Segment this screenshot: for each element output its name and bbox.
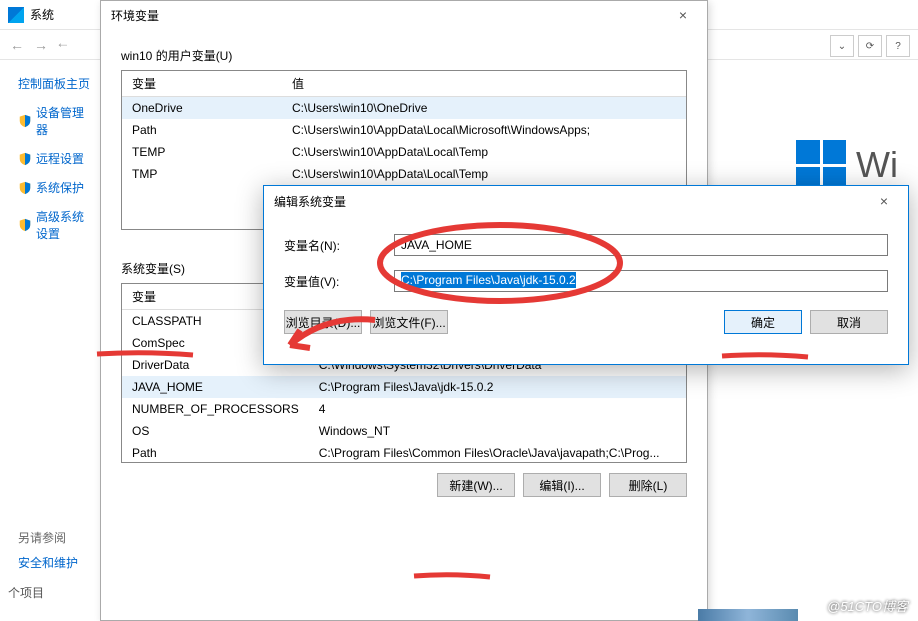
security-maintenance-link[interactable]: 安全和维护: [18, 554, 78, 571]
sidebar-item-label: 系统保护: [36, 179, 84, 196]
var-value-input[interactable]: C:\Program Files\Java\jdk-15.0.2: [394, 270, 888, 292]
var-name-input[interactable]: [394, 234, 888, 256]
delete-button[interactable]: 删除(L): [609, 473, 687, 497]
forward-arrow-icon[interactable]: →: [34, 37, 48, 53]
var-value: C:\Users\win10\AppData\Local\Microsoft\W…: [282, 119, 686, 141]
var-name: TMP: [122, 163, 282, 185]
var-name: OS: [122, 420, 309, 442]
var-name: JAVA_HOME: [122, 376, 309, 398]
var-name-label: 变量名(N):: [284, 237, 394, 254]
sidebar: 控制面板主页 设备管理器 远程设置 系统保护 高级系统设置: [0, 65, 95, 254]
table-row[interactable]: NUMBER_OF_PROCESSORS4: [122, 398, 686, 420]
windows-logo: Wi: [796, 140, 898, 190]
help-icon[interactable]: ?: [886, 35, 910, 57]
user-vars-table[interactable]: 变量 值 OneDriveC:\Users\win10\OneDrivePath…: [122, 71, 686, 185]
edit-dialog-title: 编辑系统变量: [274, 193, 346, 210]
user-vars-label: win10 的用户变量(U): [121, 47, 687, 64]
windows-text: Wi: [856, 144, 898, 186]
sidebar-header[interactable]: 控制面板主页: [18, 75, 95, 92]
item-count: 个项目: [8, 584, 44, 601]
ok-button[interactable]: 确定: [724, 310, 802, 334]
var-value: C:\Program Files\Java\jdk-15.0.2: [309, 376, 686, 398]
sidebar-item-protection[interactable]: 系统保护: [18, 179, 95, 196]
shield-icon: [18, 181, 32, 195]
view-controls: ⌄ ⟳ ?: [830, 35, 910, 57]
sidebar-item-device-manager[interactable]: 设备管理器: [18, 104, 95, 138]
shield-icon: [18, 114, 32, 128]
edit-sys-var-dialog: 编辑系统变量 × 变量名(N): 变量值(V): C:\Program File…: [263, 185, 909, 365]
table-row[interactable]: OneDriveC:\Users\win10\OneDrive: [122, 97, 686, 120]
var-value: C:\Users\win10\AppData\Local\Temp: [282, 163, 686, 185]
env-dialog-titlebar: 环境变量 ×: [101, 1, 707, 29]
table-row[interactable]: OSWindows_NT: [122, 420, 686, 442]
sidebar-footer: 另请参阅 安全和维护: [18, 529, 78, 571]
var-value: C:\Users\win10\AppData\Local\Temp: [282, 141, 686, 163]
var-value: 4: [309, 398, 686, 420]
sidebar-item-label: 设备管理器: [36, 104, 95, 138]
browse-dir-button[interactable]: 浏览目录(D)...: [284, 310, 362, 334]
new-button[interactable]: 新建(W)...: [437, 473, 515, 497]
var-name: TEMP: [122, 141, 282, 163]
edit-button[interactable]: 编辑(I)...: [523, 473, 601, 497]
sidebar-item-advanced[interactable]: 高级系统设置: [18, 208, 95, 242]
edit-dialog-titlebar: 编辑系统变量 ×: [264, 186, 908, 216]
up-arrow-icon[interactable]: ↑: [54, 41, 70, 48]
var-value: C:\Users\win10\OneDrive: [282, 97, 686, 120]
var-value-label: 变量值(V):: [284, 273, 394, 290]
var-value: C:\Program Files\Common Files\Oracle\Jav…: [309, 442, 686, 463]
taskbar-preview: [698, 609, 798, 621]
close-icon[interactable]: ×: [870, 191, 898, 211]
sidebar-item-remote[interactable]: 远程设置: [18, 150, 95, 167]
view-dropdown[interactable]: ⌄: [830, 35, 854, 57]
table-row[interactable]: TEMPC:\Users\win10\AppData\Local\Temp: [122, 141, 686, 163]
table-row[interactable]: TMPC:\Users\win10\AppData\Local\Temp: [122, 163, 686, 185]
shield-icon: [18, 218, 32, 232]
var-name: NUMBER_OF_PROCESSORS: [122, 398, 309, 420]
shield-icon: [18, 152, 32, 166]
env-dialog-title: 环境变量: [111, 7, 159, 24]
back-arrow-icon[interactable]: ←: [10, 37, 24, 53]
col-value[interactable]: 值: [282, 71, 686, 97]
col-variable[interactable]: 变量: [122, 71, 282, 97]
sidebar-item-label: 高级系统设置: [36, 208, 95, 242]
var-name: Path: [122, 119, 282, 141]
sidebar-item-label: 远程设置: [36, 150, 84, 167]
windows-icon: [796, 140, 846, 190]
var-name: Path: [122, 442, 309, 463]
see-also-label: 另请参阅: [18, 531, 66, 545]
sys-vars-buttons: 新建(W)... 编辑(I)... 删除(L): [121, 473, 687, 497]
refresh-icon[interactable]: ⟳: [858, 35, 882, 57]
system-title: 系统: [30, 6, 54, 23]
var-name: OneDrive: [122, 97, 282, 120]
browse-file-button[interactable]: 浏览文件(F)...: [370, 310, 448, 334]
table-row[interactable]: PathC:\Users\win10\AppData\Local\Microso…: [122, 119, 686, 141]
computer-icon: [8, 7, 24, 23]
watermark: @51CTO博客: [827, 596, 908, 615]
cancel-button[interactable]: 取消: [810, 310, 888, 334]
table-row[interactable]: JAVA_HOMEC:\Program Files\Java\jdk-15.0.…: [122, 376, 686, 398]
close-icon[interactable]: ×: [669, 5, 697, 25]
var-value: Windows_NT: [309, 420, 686, 442]
table-row[interactable]: PathC:\Program Files\Common Files\Oracle…: [122, 442, 686, 463]
